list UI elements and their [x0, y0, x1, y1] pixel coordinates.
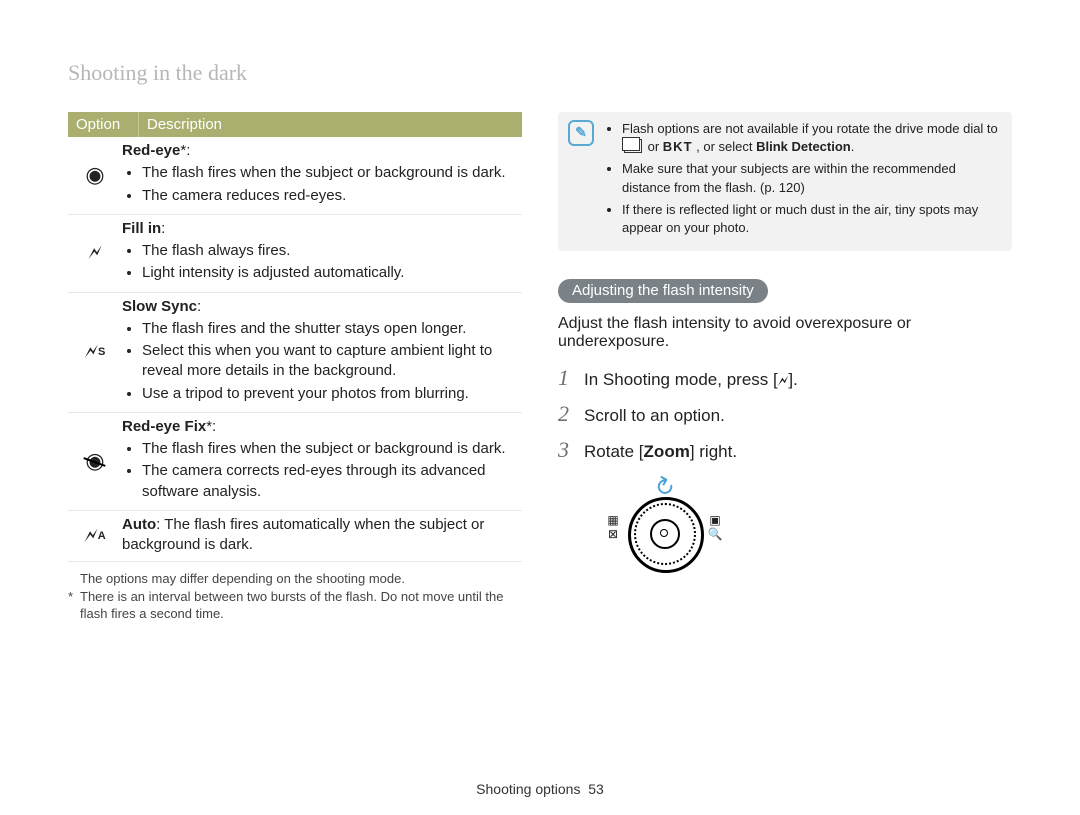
page-number: 53 [588, 781, 604, 797]
footer-label: Shooting options [476, 781, 580, 797]
slow-sync-icon: 🗲S [68, 293, 122, 412]
note-icon: ✎ [568, 120, 594, 146]
right-column: ✎ Flash options are not available if you… [558, 112, 1012, 623]
info-bullet: If there is reflected light or much dust… [622, 201, 1002, 237]
table-row: ◉ Red-eye*: The flash fires when the sub… [68, 137, 522, 215]
step-number: 3 [558, 437, 584, 463]
footnotes: The options may differ depending on the … [68, 570, 522, 623]
fill-in-icon: 🗲 [68, 215, 122, 292]
step-number: 2 [558, 401, 584, 427]
header-description: Description [139, 112, 522, 137]
option-inline-text: The flash fires automatically when the s… [122, 516, 484, 553]
info-box: ✎ Flash options are not available if you… [558, 112, 1012, 251]
footnote: *There is an interval between two bursts… [68, 588, 522, 623]
flash-options-table: Option Description ◉ Red-eye*: The flash… [68, 112, 522, 562]
option-name: Slow Sync [122, 298, 197, 315]
option-name: Red-eye Fix [122, 418, 206, 435]
step-item: 1 In Shooting mode, press [🗲]. [558, 365, 1012, 391]
dial-left-icons: ▦⊠ [604, 513, 622, 541]
option-name: Red-eye [122, 142, 180, 159]
option-bullet: The flash always fires. [142, 241, 522, 261]
steps-list: 1 In Shooting mode, press [🗲]. 2 Scroll … [558, 365, 1012, 463]
table-row: ◉ Red-eye Fix*: The flash fires when the… [68, 413, 522, 511]
header-option: Option [68, 112, 139, 137]
option-bullet: The flash fires and the shutter stays op… [142, 319, 522, 339]
option-bullet: The flash fires when the subject or back… [142, 439, 522, 459]
option-name: Fill in [122, 220, 161, 237]
manual-page: Shooting in the dark Option Description … [0, 0, 1080, 815]
red-eye-fix-icon: ◉ [68, 413, 122, 510]
option-name: Auto [122, 516, 156, 533]
adjust-lead: Adjust the flash intensity to avoid over… [558, 315, 1012, 351]
flash-icon: 🗲 [778, 373, 789, 391]
option-bullet: The camera reduces red-eyes. [142, 186, 522, 206]
content-columns: Option Description ◉ Red-eye*: The flash… [68, 112, 1012, 623]
step-item: 2 Scroll to an option. [558, 401, 1012, 427]
info-bullet: Make sure that your subjects are within … [622, 160, 1002, 196]
section-title: Shooting in the dark [68, 60, 1012, 86]
page-footer: Shooting options 53 [0, 781, 1080, 797]
dial-diagram: ↻ ▦⊠ ▣🔍 [598, 473, 748, 573]
option-bullet: The flash fires when the subject or back… [142, 163, 522, 183]
bkt-label: BKT [663, 139, 693, 154]
dial-right-icons: ▣🔍 [706, 513, 724, 541]
step-number: 1 [558, 365, 584, 391]
info-bullet: Flash options are not available if you r… [622, 120, 1002, 156]
option-bullet: Light intensity is adjusted automaticall… [142, 263, 522, 283]
step-item: 3 Rotate [Zoom] right. [558, 437, 1012, 463]
table-row: 🗲A Auto: The flash fires automatically w… [68, 511, 522, 563]
footnote: The options may differ depending on the … [68, 570, 522, 588]
option-bullet: Select this when you want to capture amb… [142, 341, 522, 382]
option-bullet: Use a tripod to prevent your photos from… [142, 384, 522, 404]
adjust-heading: Adjusting the flash intensity [558, 279, 768, 303]
drive-multi-icon [624, 139, 642, 153]
table-header: Option Description [68, 112, 522, 137]
left-column: Option Description ◉ Red-eye*: The flash… [68, 112, 522, 623]
auto-flash-icon: 🗲A [68, 511, 122, 562]
red-eye-icon: ◉ [68, 137, 122, 214]
table-row: 🗲S Slow Sync: The flash fires and the sh… [68, 293, 522, 413]
table-row: 🗲 Fill in: The flash always fires. Light… [68, 215, 522, 293]
option-bullet: The camera corrects red-eyes through its… [142, 461, 522, 502]
